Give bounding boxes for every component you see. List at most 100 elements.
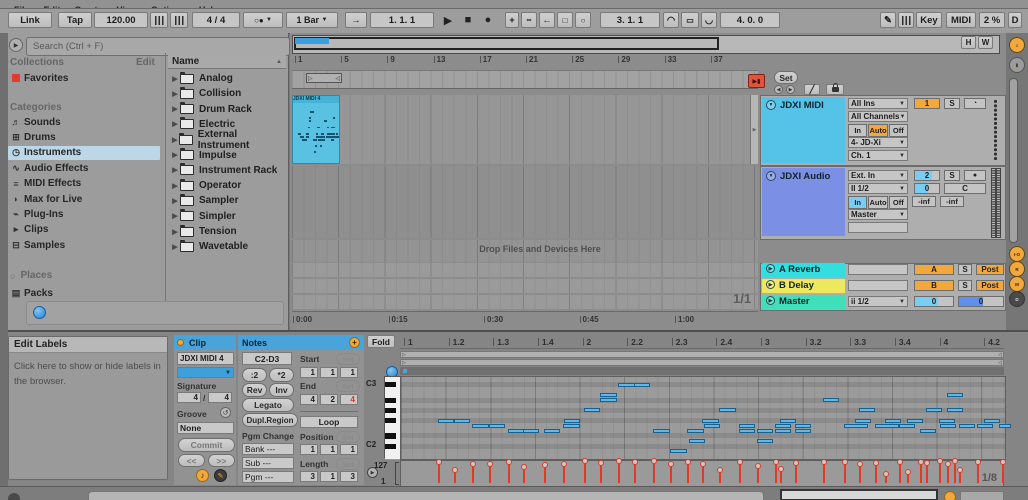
pan-field-2[interactable]: 0 (914, 183, 940, 194)
expand-icon[interactable]: ▶ (170, 136, 179, 144)
invert-button[interactable]: Inv (269, 383, 294, 397)
sub-bank-select[interactable]: Sub --- (242, 457, 294, 469)
end-beat[interactable]: 2 (320, 394, 338, 405)
tap-tempo-button[interactable]: Tap (58, 12, 92, 28)
audio-from-channel-select[interactable]: II 1/2▼ (848, 183, 908, 194)
loop-start-marker[interactable]: ▷ (308, 75, 313, 82)
loop-start-field[interactable]: 3. 1. 1 (600, 12, 660, 28)
midi-note[interactable] (634, 383, 650, 387)
velocity-marker[interactable] (844, 463, 846, 483)
browser-item-operator[interactable]: ▶Operator (170, 178, 286, 193)
cue-out-select[interactable]: ii 1/2▼ (848, 296, 908, 307)
midi-note[interactable] (795, 429, 811, 433)
position-bar[interactable]: 1 (300, 444, 318, 455)
fold-button[interactable]: Fold (367, 335, 395, 348)
midi-note[interactable] (489, 424, 505, 428)
return-b-solo[interactable]: S (958, 280, 972, 291)
start-sixteenth[interactable]: 1 (340, 367, 358, 378)
bank-select[interactable]: Bank --- (242, 443, 294, 455)
program-select[interactable]: Pgm --- (242, 471, 294, 483)
browser-item-drum-rack[interactable]: ▶Drum Rack (170, 102, 286, 117)
record-button[interactable]: ● (480, 12, 496, 28)
set-length-button[interactable]: Set (336, 458, 360, 470)
midi-note[interactable] (584, 408, 600, 412)
midi-note[interactable] (920, 429, 936, 433)
track-header-jdxi-audio[interactable]: ▼JDXI Audio (762, 168, 845, 236)
midi-map-button[interactable]: MIDI (946, 12, 976, 28)
midi-note[interactable] (508, 429, 524, 433)
expand-icon[interactable]: ▶ (170, 151, 180, 159)
midi-note[interactable] (926, 408, 942, 412)
expand-icon[interactable]: ▶ (170, 120, 180, 128)
length-beat[interactable]: 1 (320, 471, 338, 482)
velocity-marker[interactable] (775, 463, 777, 483)
position-sixteenth[interactable]: 1 (340, 444, 358, 455)
browser-item-collision[interactable]: ▶Collision (170, 86, 286, 101)
loop-start-handle[interactable]: ▷ (402, 352, 406, 358)
computer-midi-keyboard-button[interactable] (898, 12, 914, 28)
midi-note[interactable] (438, 419, 454, 423)
beat-time-ruler[interactable]: 15913172125293337 (292, 55, 758, 69)
sidebar-item-favorites[interactable]: Favorites (8, 71, 160, 85)
velocity-marker[interactable] (438, 463, 440, 483)
monitor-in-button[interactable]: In (848, 124, 867, 137)
lock-envelopes-button[interactable] (826, 84, 844, 95)
session-record-button[interactable]: □ (557, 12, 573, 28)
midi-note[interactable] (757, 429, 773, 433)
browser-item-analog[interactable]: ▶Analog (170, 71, 286, 86)
velocity-marker[interactable] (544, 466, 546, 483)
expand-icon[interactable]: ▶ (170, 90, 180, 98)
sidebar-item-max-for-live[interactable]: ◗Max for Live (8, 192, 160, 206)
key-map-button[interactable]: Key (916, 12, 942, 28)
master-track-header[interactable]: ▶Master (762, 295, 845, 309)
audio-to-device-select[interactable]: Master▼ (848, 209, 908, 220)
velocity-marker[interactable] (634, 463, 636, 483)
midi-note[interactable] (959, 424, 975, 428)
set-locator-button[interactable]: Set (774, 71, 798, 84)
loop-bar-upper[interactable]: ▷◁ (400, 351, 1004, 358)
pitch-range-field[interactable]: C2-D3 (242, 352, 292, 365)
midi-arrangement-overdub-button[interactable]: + (505, 12, 519, 28)
midi-note[interactable] (600, 393, 616, 397)
scrub-area[interactable] (292, 70, 758, 89)
duplicate-region-button[interactable]: Dupl.Region (242, 413, 298, 427)
midi-note[interactable] (618, 383, 634, 387)
draw-mode-button[interactable]: ✎ (880, 12, 896, 28)
prev-locator-button[interactable]: ◀ (774, 85, 783, 94)
midi-note[interactable] (859, 408, 875, 412)
sidebar-item-instruments[interactable]: ◷Instruments (8, 146, 160, 160)
groove-pool-button[interactable]: ↺ (220, 407, 231, 418)
velocity-marker[interactable] (899, 463, 901, 483)
track-fold-icon[interactable]: ▼ (766, 100, 776, 110)
velocity-marker[interactable] (618, 462, 620, 483)
expand-icon[interactable]: ▶ (170, 75, 180, 83)
note-grid[interactable] (400, 376, 1006, 460)
velocity-marker[interactable] (959, 471, 961, 483)
arrangement-clip-jdxi-midi[interactable]: JDXI MIDI 4 (292, 95, 340, 164)
browser-item-simpler[interactable]: ▶Simpler (170, 209, 286, 224)
velocity-marker[interactable] (920, 463, 922, 483)
return-header-b-delay[interactable]: ▶B Delay (762, 279, 845, 293)
end-bar[interactable]: 4 (300, 394, 318, 405)
automation-mode-button[interactable]: ╱ (804, 84, 820, 95)
velocity-marker[interactable] (670, 465, 672, 483)
velocity-marker[interactable] (885, 475, 887, 483)
length-sixteenth[interactable]: 3 (340, 471, 358, 482)
return-b-pre-post[interactable]: Post (976, 280, 1004, 291)
show-io-button[interactable]: I-O (1009, 246, 1025, 262)
vertical-scrollbar[interactable] (1009, 78, 1018, 243)
play-button[interactable]: ▶ (440, 12, 456, 28)
nudge-up-button[interactable] (170, 12, 188, 28)
midi-note[interactable] (939, 419, 955, 423)
start-beat[interactable]: 1 (320, 367, 338, 378)
track-lane-jdxi-audio[interactable] (292, 166, 758, 238)
metronome-button[interactable]: ○● ▼ (243, 12, 283, 28)
monitor-auto-button[interactable]: Auto (868, 196, 887, 209)
add-notes-lane-icon[interactable]: + (349, 337, 360, 348)
sidebar-item-clips[interactable]: ▸Clips (8, 223, 160, 237)
commit-button[interactable]: Commit (178, 438, 235, 452)
fixed-height-button[interactable]: H (961, 36, 976, 49)
midi-note[interactable] (523, 429, 539, 433)
sidebar-item-drums[interactable]: ⊞Drums (8, 130, 160, 144)
velocity-marker[interactable] (780, 470, 782, 483)
